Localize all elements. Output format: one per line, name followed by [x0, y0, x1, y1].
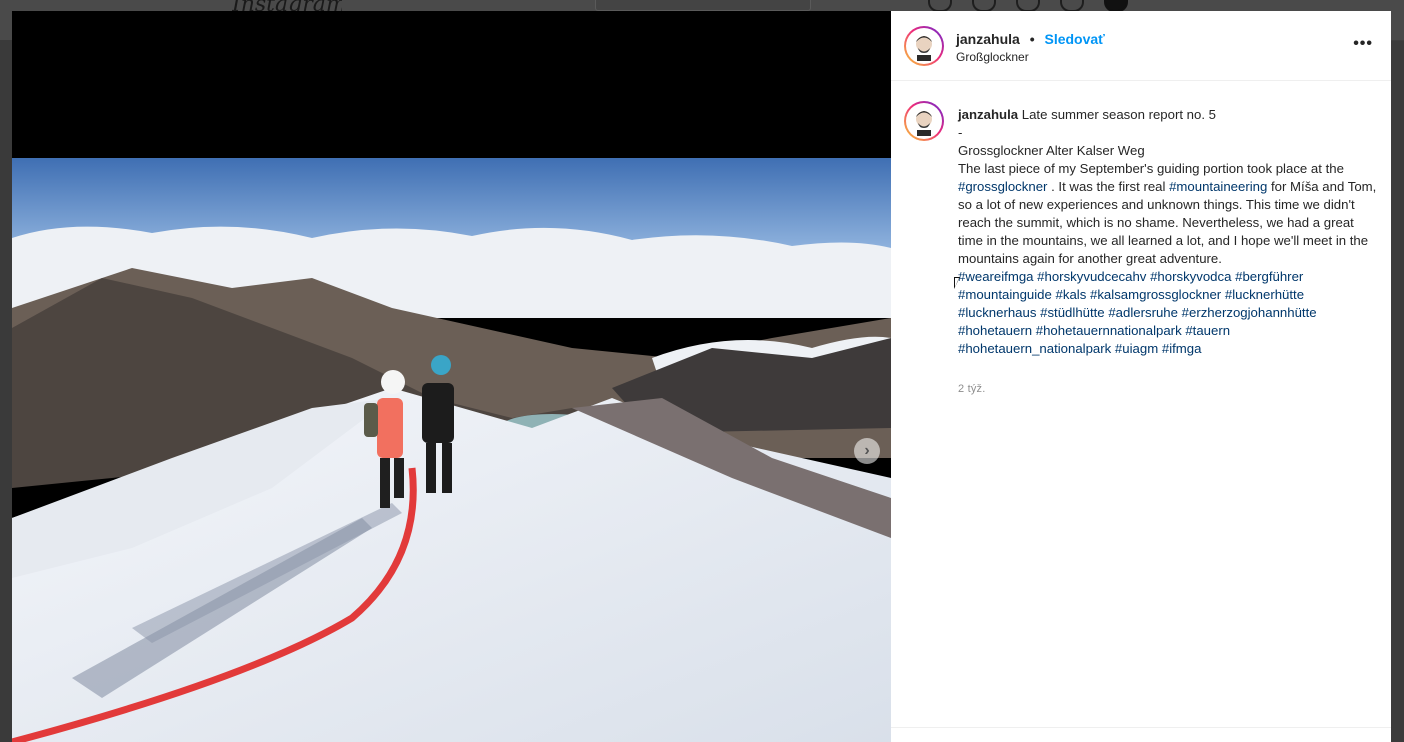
hashtag-link[interactable]: #weareifmga	[958, 269, 1034, 284]
post-media: ›	[12, 11, 891, 742]
author-avatar[interactable]	[904, 26, 944, 66]
hashtag-link[interactable]: #kals	[1056, 287, 1087, 302]
face-icon	[916, 36, 932, 61]
hashtag-link[interactable]: #hohetauern_nationalpark	[958, 341, 1111, 356]
hashtag-link[interactable]: #stüdlhütte	[1040, 305, 1105, 320]
hashtag-link[interactable]: #hohetauernnationalpark	[1036, 323, 1182, 338]
post-timestamp[interactable]: 2 týž.	[958, 383, 986, 395]
hashtag-link[interactable]: #horskyvudcecahv	[1037, 269, 1146, 284]
more-options-icon[interactable]: •••	[1353, 35, 1373, 53]
caption-line: Grossglockner Alter Kalser Weg	[958, 143, 1145, 158]
follow-button[interactable]: Sledovať	[1044, 31, 1104, 47]
post-side-panel: janzahula • Sledovať Großglockner ••• ja…	[891, 11, 1391, 742]
hashtag-link[interactable]: #ifmga	[1162, 341, 1202, 356]
hashtag-link[interactable]: #tauern	[1185, 323, 1230, 338]
caption-avatar[interactable]	[904, 101, 944, 141]
hashtag-link[interactable]: #lucknerhaus	[958, 305, 1036, 320]
backdrop	[0, 40, 12, 742]
caption-username[interactable]: janzahula	[958, 107, 1018, 122]
search-box	[595, 0, 811, 11]
post-modal: › janzahula • Sledovať Großglockner ••• …	[12, 11, 1391, 742]
hashtag-link[interactable]: #lucknerhütte	[1225, 287, 1304, 302]
caption-line: Late summer season report no. 5	[1021, 107, 1217, 122]
hashtag-link[interactable]: #hohetauern	[958, 323, 1032, 338]
hashtag-link[interactable]: #erzherzogjohannhütte	[1182, 305, 1317, 320]
hashtag-link[interactable]: #mountainguide	[958, 287, 1052, 302]
post-header-title: janzahula • Sledovať	[956, 31, 1105, 47]
post-header: janzahula • Sledovať Großglockner •••	[891, 11, 1391, 81]
post-footer-edge	[891, 727, 1391, 742]
hashtag-link[interactable]: #uiagm	[1115, 341, 1158, 356]
hashtag-link[interactable]: #mountaineering	[1169, 179, 1267, 194]
caption-text: janzahula Late summer season report no. …	[958, 106, 1378, 358]
hashtag-link[interactable]: #grossglockner	[958, 179, 1047, 194]
caption-line: -	[958, 125, 963, 140]
hashtag-link[interactable]: #horskyvodca	[1150, 269, 1231, 284]
next-image-button[interactable]: ›	[854, 438, 880, 464]
separator-dot: •	[1029, 31, 1035, 47]
caption-body: . It was the first real	[1047, 179, 1170, 194]
mouse-cursor-icon	[954, 277, 960, 289]
post-location[interactable]: Großglockner	[956, 50, 1029, 64]
post-photo	[12, 158, 891, 742]
caption-line: The last piece of my September's guiding…	[958, 161, 1344, 176]
author-username[interactable]: janzahula	[956, 31, 1020, 47]
face-icon	[916, 111, 932, 136]
hashtag-link[interactable]: #kalsamgrossglockner	[1090, 287, 1221, 302]
hashtag-link[interactable]: #adlersruhe	[1108, 305, 1178, 320]
hashtag-link[interactable]: #bergführer	[1235, 269, 1303, 284]
